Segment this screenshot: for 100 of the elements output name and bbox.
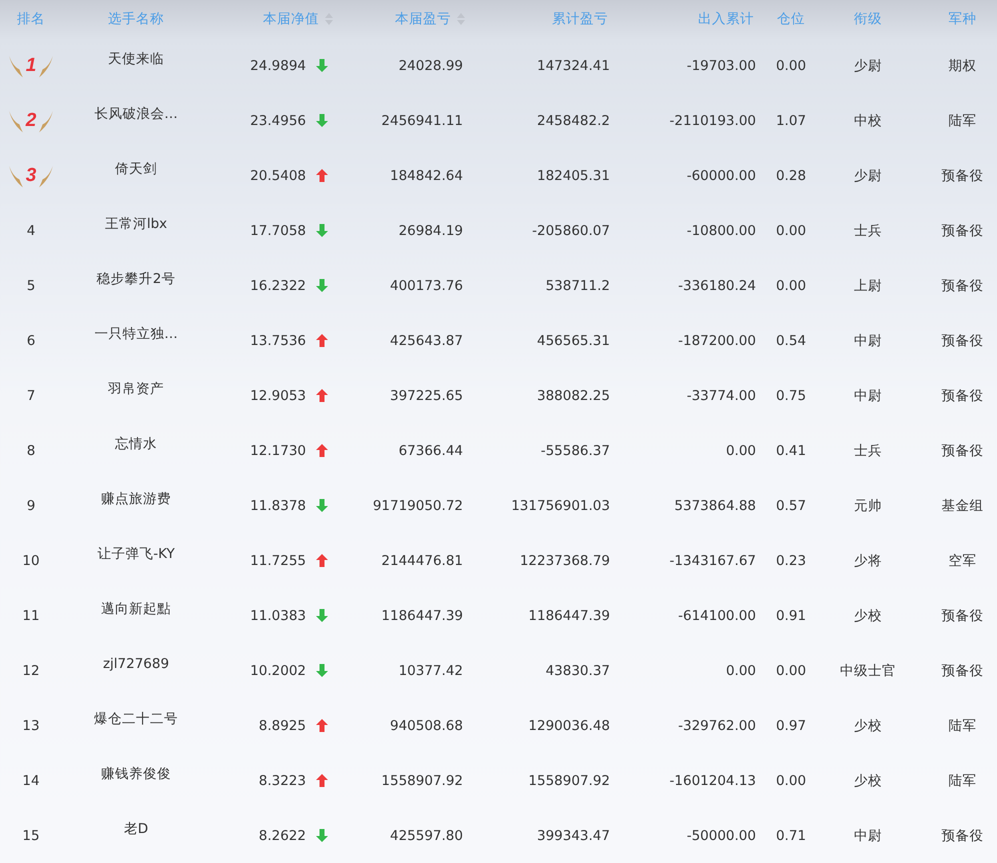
player-name[interactable]: 王常河lbx xyxy=(104,214,168,232)
player-name[interactable]: 忘情水 xyxy=(115,434,157,452)
net-value: 24.9894 xyxy=(250,58,306,74)
total-profit-value: 43830.37 xyxy=(546,662,610,678)
position-value: 0.57 xyxy=(776,498,806,514)
position-value: 0.00 xyxy=(776,278,806,294)
total-profit-value: 131756901.03 xyxy=(511,498,610,514)
player-name[interactable]: 赚点旅游费 xyxy=(101,490,171,508)
rank-title: 士兵 xyxy=(854,222,882,240)
rank-number: 8 xyxy=(26,442,36,458)
flow-value: -2110193.00 xyxy=(670,112,756,128)
flow-value: -1343167.67 xyxy=(670,552,756,568)
rank-number: 4 xyxy=(26,222,36,238)
net-value: 11.8378 xyxy=(250,498,306,514)
service-branch: 预备役 xyxy=(942,386,984,404)
service-branch: 陆军 xyxy=(948,112,976,130)
total-profit-value: 456565.31 xyxy=(536,332,610,348)
player-name[interactable]: 老D xyxy=(124,820,148,838)
rank-title: 少校 xyxy=(854,606,882,624)
flow-value: 5373864.88 xyxy=(674,498,756,514)
player-name[interactable]: 一只特立独… xyxy=(94,324,178,342)
column-header: 仓位 xyxy=(777,10,805,28)
total-profit-value: 182405.31 xyxy=(536,168,610,184)
profit-value: 1186447.39 xyxy=(381,608,463,624)
position-value: 0.23 xyxy=(776,552,806,568)
service-branch: 预备役 xyxy=(942,662,984,680)
rank-number: 14 xyxy=(22,772,40,788)
column-header: 衔级 xyxy=(854,10,882,28)
rank-title: 中校 xyxy=(854,112,882,130)
rank-number: 1 xyxy=(24,54,38,76)
total-profit-value: 1290036.48 xyxy=(528,718,610,734)
player-name[interactable]: 天使来临 xyxy=(108,50,164,68)
player-name[interactable]: 爆仓二十二号 xyxy=(94,710,178,728)
net-value: 23.4956 xyxy=(250,112,306,128)
total-profit-value: 538711.2 xyxy=(546,278,610,294)
profit-value: 425643.87 xyxy=(390,332,463,348)
net-value: 12.1730 xyxy=(250,442,306,458)
player-name[interactable]: 倚天剑 xyxy=(115,160,157,178)
total-profit-value: -205860.07 xyxy=(532,222,610,238)
rank-title: 少尉 xyxy=(854,56,882,74)
flow-value: -336180.24 xyxy=(678,278,756,294)
position-value: 0.28 xyxy=(776,168,806,184)
service-branch: 陆军 xyxy=(948,716,976,734)
column-header: 累计盈亏 xyxy=(552,10,608,28)
rank-number: 6 xyxy=(26,332,36,348)
rank-number: 7 xyxy=(26,388,36,404)
player-name[interactable]: 羽帛资产 xyxy=(108,380,164,398)
service-branch: 空军 xyxy=(948,552,976,570)
player-name[interactable]: 赚钱养俊俊 xyxy=(101,764,171,782)
column-header: 选手名称 xyxy=(108,10,164,28)
rank-title: 少将 xyxy=(854,552,882,570)
flow-value: -19703.00 xyxy=(686,58,756,74)
flow-value: 0.00 xyxy=(726,442,756,458)
net-value: 11.7255 xyxy=(250,552,306,568)
profit-value: 26984.19 xyxy=(398,222,463,238)
rank-number: 11 xyxy=(22,608,40,624)
position-value: 0.54 xyxy=(776,332,806,348)
service-branch: 预备役 xyxy=(942,606,984,624)
net-value: 12.9053 xyxy=(250,388,306,404)
profit-value: 397225.65 xyxy=(390,388,463,404)
rank-title: 中尉 xyxy=(854,386,882,404)
service-branch: 基金组 xyxy=(942,496,984,514)
total-profit-value: 399343.47 xyxy=(536,828,610,844)
net-value: 16.2322 xyxy=(250,278,306,294)
net-value: 20.5408 xyxy=(250,168,306,184)
total-profit-value: 12237368.79 xyxy=(520,552,610,568)
net-value: 8.2622 xyxy=(258,828,306,844)
position-value: 0.71 xyxy=(776,828,806,844)
flow-value: -33774.00 xyxy=(686,388,756,404)
rank-number: 15 xyxy=(22,828,40,844)
net-value: 8.3223 xyxy=(258,772,306,788)
net-value: 13.7536 xyxy=(250,332,306,348)
net-value: 17.7058 xyxy=(250,222,306,238)
service-branch: 预备役 xyxy=(942,442,984,460)
profit-value: 24028.99 xyxy=(398,58,463,74)
rank-number: 13 xyxy=(22,718,40,734)
rank-title: 少尉 xyxy=(854,166,882,184)
flow-value: 0.00 xyxy=(726,662,756,678)
rank-number: 12 xyxy=(22,662,40,678)
player-name[interactable]: zjl727689 xyxy=(102,656,170,672)
rank-title: 中尉 xyxy=(854,826,882,844)
rank-number: 2 xyxy=(24,110,38,132)
rank-title: 上尉 xyxy=(854,276,882,294)
player-name[interactable]: 稳步攀升2号 xyxy=(96,270,176,288)
column-header: 出入累计 xyxy=(698,10,754,28)
profit-value: 1558907.92 xyxy=(381,772,463,788)
service-branch: 预备役 xyxy=(942,826,984,844)
position-value: 0.00 xyxy=(776,222,806,238)
position-value: 0.00 xyxy=(776,662,806,678)
rank-title: 中尉 xyxy=(854,332,882,350)
profit-value: 2456941.11 xyxy=(381,112,463,128)
total-profit-value: 2458482.2 xyxy=(536,112,610,128)
total-profit-value: 1558907.92 xyxy=(528,772,610,788)
player-name[interactable]: 让子弹飞-KY xyxy=(97,544,175,562)
player-name[interactable]: 邁向新起點 xyxy=(101,600,171,618)
rank-number: 10 xyxy=(22,552,40,568)
player-name[interactable]: 长风破浪会… xyxy=(94,104,178,122)
service-branch: 期权 xyxy=(948,56,976,74)
rank-title: 少校 xyxy=(854,772,882,790)
profit-value: 940508.68 xyxy=(390,718,463,734)
